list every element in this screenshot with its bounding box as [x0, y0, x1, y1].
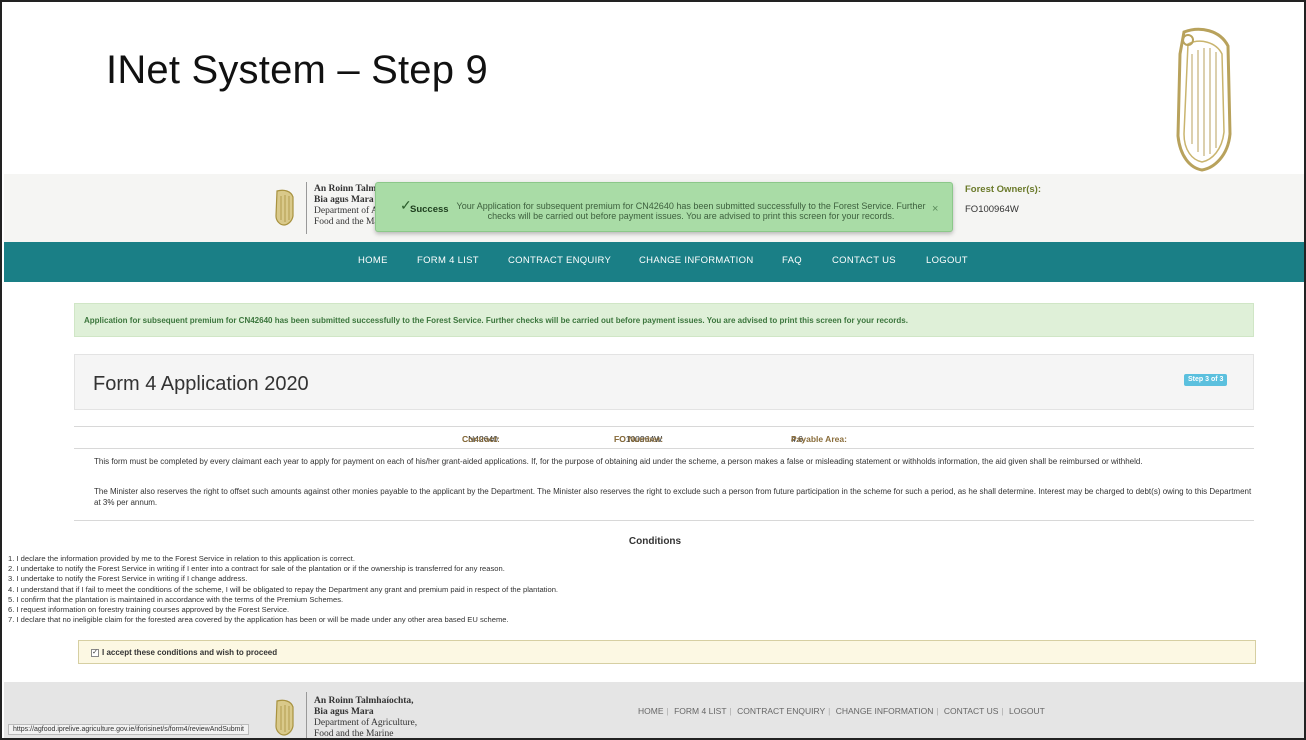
slide-frame: INet System – Step 9 An Roinn Talmhaíoch…: [0, 0, 1306, 740]
payable-area-label: Payable Area:: [791, 434, 847, 444]
success-alert: Application for subsequent premium for C…: [74, 303, 1254, 337]
divider: [74, 520, 1254, 521]
nav-faq[interactable]: FAQ: [782, 255, 802, 266]
success-toast: ✓ Success Your Application for subsequen…: [375, 182, 953, 232]
footer-change-information[interactable]: CHANGE INFORMATION: [836, 706, 934, 716]
condition-item: 7. I declare that no ineligible claim fo…: [8, 615, 509, 625]
fo-number-label: FO Number:: [614, 434, 664, 444]
condition-item: 5. I confirm that the plantation is main…: [8, 594, 344, 604]
forest-owner-value: FO100964W: [965, 204, 1019, 215]
accept-label: I accept these conditions and wish to pr…: [102, 648, 278, 657]
harp-logo-icon: [1176, 27, 1232, 172]
divider: [74, 448, 1254, 449]
terms-paragraph: This form must be completed by every cla…: [94, 457, 1143, 466]
footer-links: HOME | FORM 4 LIST | CONTRACT ENQUIRY | CHA…: [638, 706, 1045, 716]
dept-name: An Roinn Talmhaíochta, Bia agus Mara Dep…: [314, 696, 418, 739]
nav-contract-enquiry[interactable]: CONTRACT ENQUIRY: [508, 255, 611, 266]
condition-item: 4. I understand that if I fail to meet t…: [8, 584, 559, 594]
toast-title: Success: [410, 204, 449, 215]
condition-item: 6. I request information on forestry tra…: [8, 605, 290, 615]
condition-item: 1. I declare the information provided by…: [8, 554, 355, 563]
dept-line-2: Bia agus Mara: [314, 707, 374, 717]
condition-item: 2. I undertake to notify the Forest Serv…: [8, 564, 505, 574]
divider: [74, 426, 1254, 427]
dept-line-4: Food and the Marine: [314, 729, 394, 739]
forest-owner-label: Forest Owner(s):: [965, 184, 1042, 195]
accept-checkbox[interactable]: ✓: [91, 649, 99, 657]
toast-message: Your Application for subsequent premium …: [456, 201, 926, 221]
status-bar-url: https://agfood.iprelive.agriculture.gov.…: [8, 724, 249, 735]
minister-paragraph: The Minister also reserves the right to …: [94, 487, 1252, 507]
form-title: Form 4 Application 2020: [93, 373, 309, 395]
dept-line-3: Department of Agriculture,: [314, 718, 418, 728]
condition-item: 3. I undertake to notify the Forest Serv…: [8, 574, 248, 584]
contract-info-row: Contract: CN42640 FO Number: FO100964W P…: [74, 434, 1254, 448]
dept-divider: [306, 182, 307, 234]
footer-logout[interactable]: LOGOUT: [1009, 706, 1045, 716]
footer-contract-enquiry[interactable]: CONTRACT ENQUIRY: [737, 706, 825, 716]
accept-conditions-box: ✓ I accept these conditions and wish to …: [78, 640, 1256, 664]
nav-home[interactable]: HOME: [358, 255, 388, 266]
nav-contact-us[interactable]: CONTACT US: [832, 255, 896, 266]
form-header: Form 4 Application 2020 Step 3 of 3: [74, 354, 1254, 410]
close-icon[interactable]: ×: [932, 203, 938, 215]
nav-change-information[interactable]: CHANGE INFORMATION: [639, 255, 753, 266]
nav-logout[interactable]: LOGOUT: [926, 255, 968, 266]
contract-label: Contract:: [462, 434, 500, 444]
dept-harp-icon: [275, 699, 294, 736]
main-nav: HOME FORM 4 LIST CONTRACT ENQUIRY CHANGE…: [4, 242, 1304, 282]
footer-form4-list[interactable]: FORM 4 LIST: [674, 706, 726, 716]
nav-form4-list[interactable]: FORM 4 LIST: [417, 255, 479, 266]
conditions-title: Conditions: [628, 536, 682, 547]
alert-text: Application for subsequent premium for C…: [84, 316, 908, 325]
footer-home[interactable]: HOME: [638, 706, 664, 716]
dept-divider: [306, 692, 307, 738]
slide-title: INet System – Step 9: [106, 48, 488, 92]
step-badge: Step 3 of 3: [1184, 374, 1228, 386]
dept-line-1: An Roinn Talmhaíochta,: [314, 696, 414, 706]
inet-screenshot: An Roinn Talmhaíochta, Bia agus Mara Dep…: [4, 174, 1304, 739]
site-header: An Roinn Talmhaíochta, Bia agus Mara Dep…: [4, 174, 1304, 242]
footer-contact-us[interactable]: CONTACT US: [944, 706, 998, 716]
dept-harp-icon: [275, 189, 294, 226]
conditions-list: 1. I declare the information provided by…: [8, 554, 908, 625]
